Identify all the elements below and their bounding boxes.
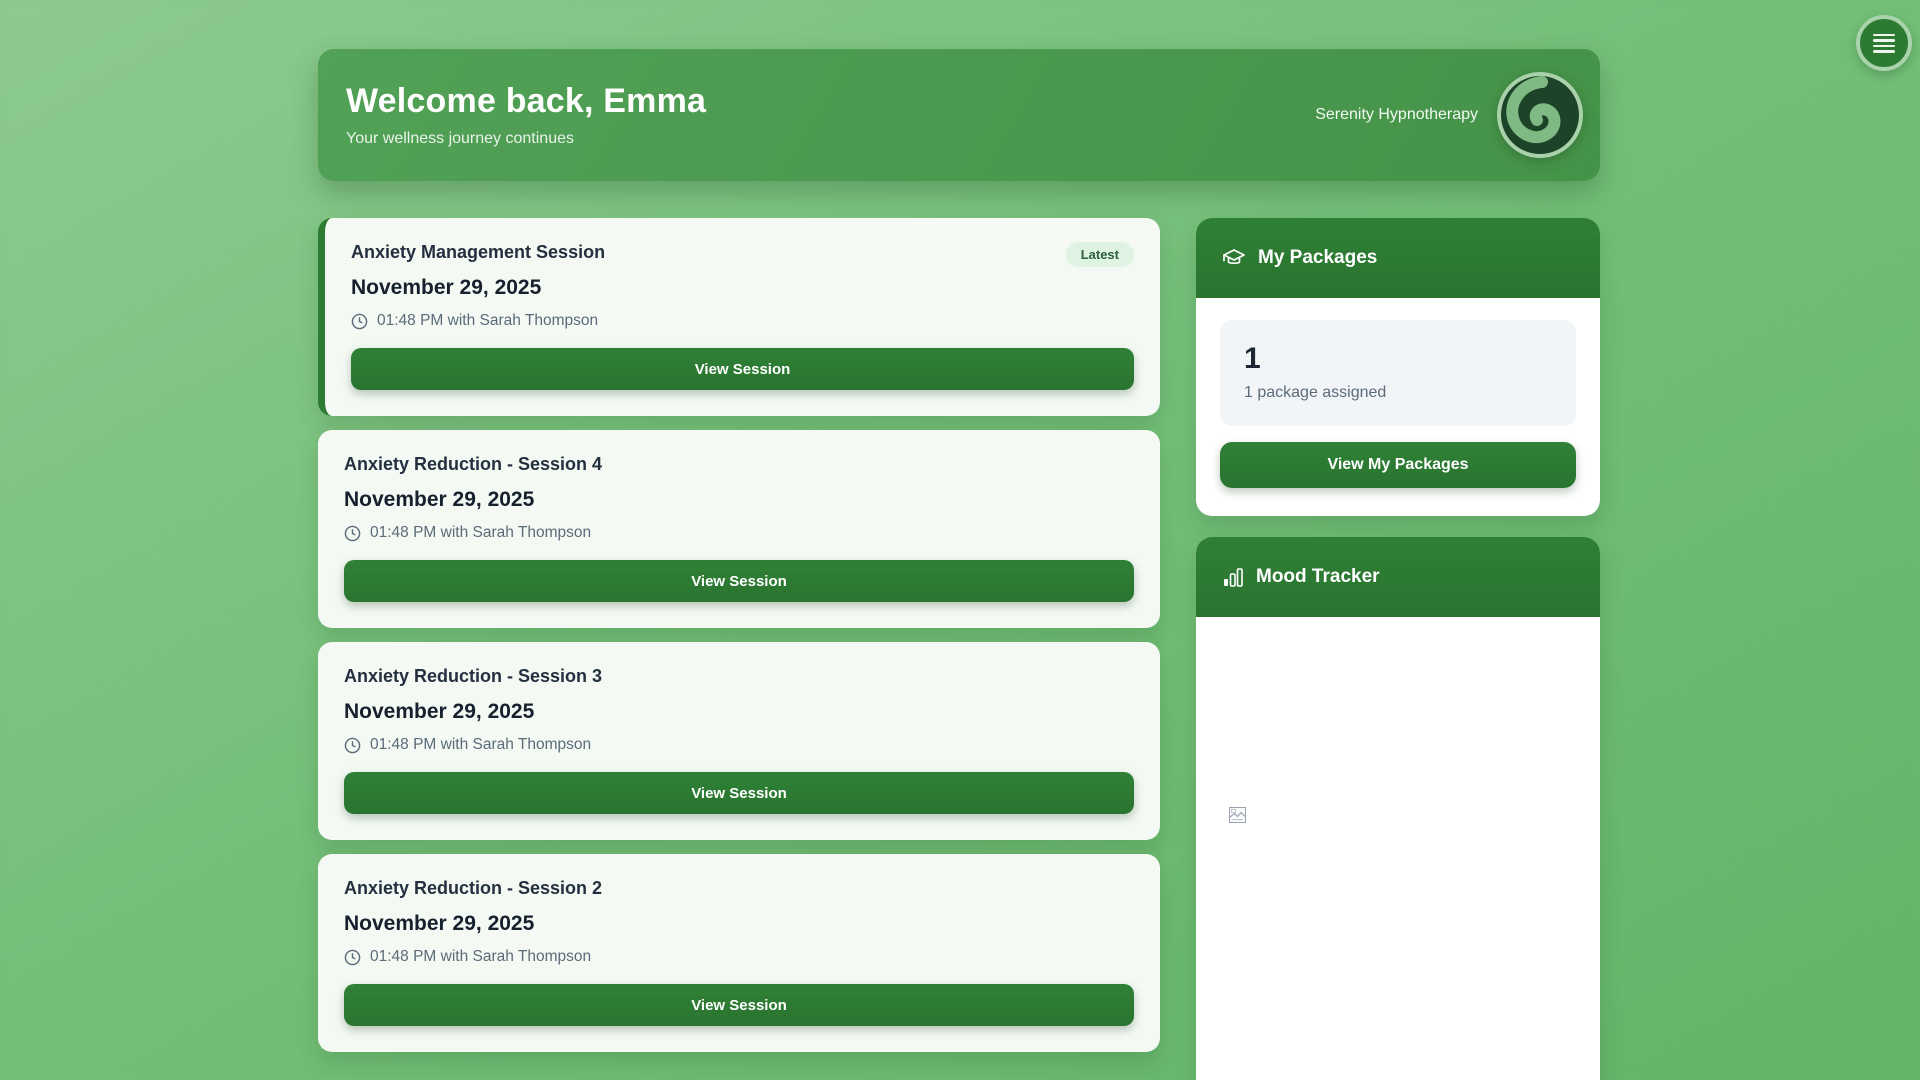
brand: Serenity Hypnotherapy xyxy=(1315,71,1584,159)
page-title: Welcome back, Emma xyxy=(346,82,706,121)
clock-icon xyxy=(344,525,361,542)
session-meta: 01:48 PM with Sarah Thompson xyxy=(344,524,1134,542)
view-session-button[interactable]: View Session xyxy=(344,772,1134,814)
dashboard: Welcome back, Emma Your wellness journey… xyxy=(318,49,1600,1080)
session-date: November 29, 2025 xyxy=(344,488,1134,512)
view-session-button[interactable]: View Session xyxy=(351,348,1134,390)
swirl-logo-icon xyxy=(1496,71,1584,159)
session-title: Anxiety Management Session xyxy=(351,242,1134,263)
session-meta: 01:48 PM with Sarah Thompson xyxy=(344,948,1134,966)
session-meta: 01:48 PM with Sarah Thompson xyxy=(351,312,1134,330)
session-card: Anxiety Reduction - Session 4 November 2… xyxy=(318,430,1160,628)
view-session-button[interactable]: View Session xyxy=(344,984,1134,1026)
session-meta: 01:48 PM with Sarah Thompson xyxy=(344,736,1134,754)
clock-icon xyxy=(344,737,361,754)
mood-tracker-header: Mood Tracker xyxy=(1196,537,1600,617)
package-stat-box: 1 1 package assigned xyxy=(1220,320,1576,426)
panel-title: My Packages xyxy=(1258,247,1377,269)
brand-name: Serenity Hypnotherapy xyxy=(1315,106,1478,124)
package-count: 1 xyxy=(1244,342,1552,376)
panel-title: Mood Tracker xyxy=(1256,566,1380,588)
session-title: Anxiety Reduction - Session 4 xyxy=(344,454,1134,475)
session-card: Anxiety Reduction - Session 2 November 2… xyxy=(318,854,1160,1052)
view-session-button[interactable]: View Session xyxy=(344,560,1134,602)
session-title: Anxiety Reduction - Session 2 xyxy=(344,878,1134,899)
page-subtitle: Your wellness journey continues xyxy=(346,130,706,148)
latest-badge: Latest xyxy=(1066,242,1134,267)
broken-image-icon xyxy=(1229,807,1246,823)
mood-tracker-panel: Mood Tracker xyxy=(1196,537,1600,1080)
session-date: November 29, 2025 xyxy=(351,276,1134,300)
session-list: Latest Anxiety Management Session Novemb… xyxy=(318,218,1160,1080)
my-packages-body: 1 1 package assigned View My Packages xyxy=(1196,298,1600,516)
view-packages-button[interactable]: View My Packages xyxy=(1220,442,1576,488)
bar-chart-icon xyxy=(1223,568,1243,587)
session-card: Latest Anxiety Management Session Novemb… xyxy=(318,218,1160,416)
package-count-label: 1 package assigned xyxy=(1244,384,1552,402)
session-card: Anxiety Reduction - Session 3 November 2… xyxy=(318,642,1160,840)
session-title: Anxiety Reduction - Session 3 xyxy=(344,666,1134,687)
welcome-text: Welcome back, Emma Your wellness journey… xyxy=(346,82,706,148)
menu-icon xyxy=(1873,34,1895,53)
graduation-cap-icon xyxy=(1223,248,1245,268)
my-packages-panel: My Packages 1 1 package assigned View My… xyxy=(1196,218,1600,516)
mood-tracker-body xyxy=(1196,617,1600,1080)
menu-button[interactable] xyxy=(1856,15,1912,71)
session-date: November 29, 2025 xyxy=(344,912,1134,936)
clock-icon xyxy=(351,313,368,330)
my-packages-header: My Packages xyxy=(1196,218,1600,298)
clock-icon xyxy=(344,949,361,966)
sidebar: My Packages 1 1 package assigned View My… xyxy=(1196,218,1600,1080)
session-date: November 29, 2025 xyxy=(344,700,1134,724)
welcome-header: Welcome back, Emma Your wellness journey… xyxy=(318,49,1600,181)
